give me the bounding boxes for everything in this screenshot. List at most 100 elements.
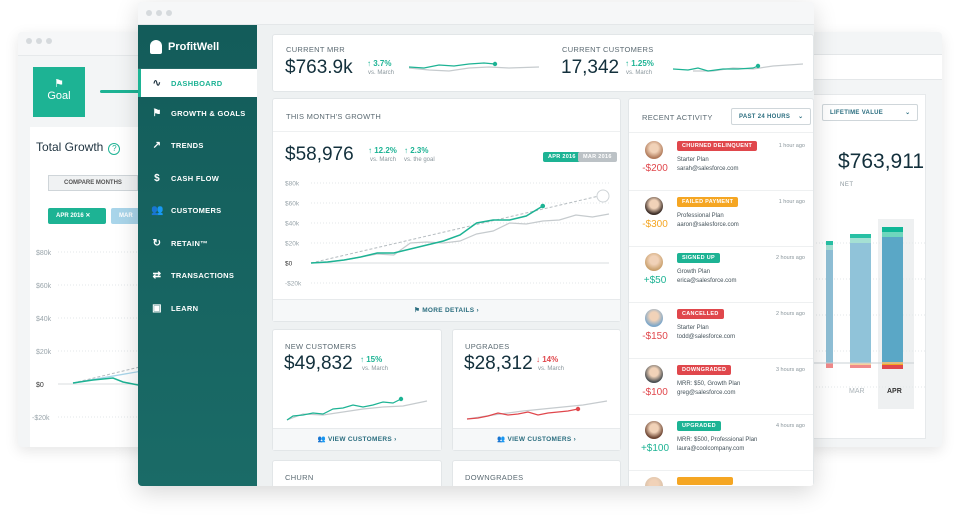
- churn-card: CHURN: [272, 460, 442, 486]
- mrr-vs: vs. March: [368, 70, 395, 76]
- legend-mar-2016[interactable]: MAR 2016: [578, 152, 617, 162]
- transfer-icon: ⇄: [152, 270, 162, 282]
- y-tick: $20k: [36, 349, 52, 356]
- time-filter-dropdown[interactable]: PAST 24 HOURS ⌄: [731, 108, 812, 125]
- dollar-icon: $: [154, 172, 160, 184]
- recent-activity-title: RECENT ACTIVITY: [642, 113, 713, 122]
- window-titlebar: [138, 2, 814, 25]
- nav-cash-flow[interactable]: $ CASH FLOW: [138, 162, 257, 195]
- brand-logo[interactable]: ProfitWell: [138, 25, 257, 69]
- activity-item[interactable]: -$100 DOWNGRADED 3 hours ago MRR: $50, Grow…: [629, 357, 813, 415]
- growth-label: THIS MONTH'S GROWTH: [286, 112, 382, 121]
- growth-delta-march: ↑ 12.2%: [368, 146, 397, 155]
- y-tick-label: $80k: [285, 181, 300, 188]
- activity-item[interactable]: +$50 SIGNED UP 2 hours ago Growth Plan erica…: [629, 245, 813, 303]
- more-details-link[interactable]: ⚑ MORE DETAILS ›: [273, 299, 620, 321]
- window-header: [810, 54, 942, 80]
- activity-item[interactable]: -$300 FAILED PAYMENT 1 hour ago Professiona…: [629, 189, 813, 247]
- activity-time: 2 hours ago: [775, 255, 805, 261]
- bar-apr: [882, 227, 903, 369]
- profitwell-logo-icon: [150, 39, 162, 54]
- churn-label: CHURN: [285, 473, 314, 482]
- new-customers-card: NEW CUSTOMERS $49,832 ↑ 15% vs. March 👥 …: [272, 329, 442, 451]
- users-icon: 👥: [151, 205, 164, 217]
- mrr-sparkline: [409, 61, 539, 72]
- total-growth-title: Total Growth?: [36, 140, 121, 155]
- activity-item[interactable]: -$150 CANCELLED 2 hours ago Starter Plan tod…: [629, 301, 813, 359]
- growth-vs-march: vs. March: [370, 157, 397, 163]
- background-window-growth: ⚑ Goal Total Growth? COMPARE MONTHS APR 2…: [18, 32, 148, 447]
- avatar: [645, 253, 663, 271]
- new-customers-vs: vs. March: [362, 366, 389, 372]
- avatar: [645, 197, 663, 215]
- x-tick-mar: MAR: [849, 388, 865, 395]
- top-stats-card: CURRENT MRR $763.9k ↑ 3.7% vs. March CUR…: [272, 34, 814, 92]
- growth-line-chart: $80k $60k $40k $20k $0 -$20k: [285, 181, 610, 288]
- new-customers-label: NEW CUSTOMERS: [285, 342, 357, 351]
- nav-trends[interactable]: ↗ TRENDS: [138, 130, 257, 163]
- compare-months-button[interactable]: COMPARE MONTHS: [48, 175, 138, 191]
- y-tick-label: $0: [285, 261, 293, 268]
- legend-apr-2016[interactable]: APR 2016: [543, 152, 581, 162]
- activity-status-badge: SIGNED UP: [677, 253, 720, 263]
- customers-label: CURRENT CUSTOMERS: [562, 45, 654, 54]
- bar-mar: [850, 234, 871, 368]
- trends-icon: ↗: [152, 140, 162, 152]
- activity-amount: -$300: [642, 219, 668, 230]
- help-icon[interactable]: ?: [108, 143, 121, 155]
- users-icon: 👥: [317, 436, 328, 443]
- activity-time: 4 hours ago: [775, 423, 805, 429]
- avatar: [645, 141, 663, 159]
- chip-apr-2016[interactable]: APR 2016 ✕: [48, 208, 106, 224]
- lifetime-value-dropdown[interactable]: LIFETIME VALUE ⌄: [822, 104, 919, 121]
- upgrades-sparkline: [466, 400, 608, 420]
- nav-transactions[interactable]: ⇄ TRANSACTIONS: [138, 260, 257, 293]
- brand-name: ProfitWell: [168, 40, 220, 53]
- upgrades-vs: vs. March: [538, 366, 565, 372]
- upgrades-label: UPGRADES: [465, 342, 510, 351]
- y-tick-label: -$20k: [285, 281, 302, 288]
- upgrades-delta: ↓ 14%: [536, 355, 559, 364]
- y-tick: -$20k: [32, 415, 50, 422]
- nav-growth-goals[interactable]: ⚑ GROWTH & GOALS: [138, 97, 257, 130]
- flag-icon: ⚑: [413, 307, 423, 314]
- view-customers-link[interactable]: 👥 VIEW CUSTOMERS ›: [453, 428, 620, 450]
- nav-dashboard[interactable]: ∿ DASHBOARD: [138, 69, 257, 97]
- activity-email: aaron@salesforce.com: [677, 222, 739, 228]
- activity-time: 1 hour ago: [778, 143, 805, 149]
- flag-icon: ⚑: [152, 107, 162, 119]
- chevron-down-icon: ⌄: [798, 114, 804, 120]
- activity-amount: -$200: [642, 163, 668, 174]
- ltv-net-label: NET: [840, 182, 854, 188]
- activity-email: greg@salesforce.com: [677, 390, 736, 396]
- activity-status-badge: CHURNED DELINQUENT: [677, 141, 758, 151]
- activity-plan: Professional Plan: [677, 213, 724, 219]
- view-customers-link[interactable]: 👥 VIEW CUSTOMERS ›: [273, 428, 441, 450]
- activity-email: laura@coolcompany.com: [677, 446, 745, 452]
- recent-activity-card: RECENT ACTIVITY PAST 24 HOURS ⌄ -$200 CHUR…: [628, 98, 814, 486]
- goal-label: Goal: [47, 90, 71, 102]
- customers-delta: ↑ 1.25%: [625, 59, 654, 68]
- activity-status-badge: FAILED PAYMENT: [677, 197, 739, 207]
- series-mar-2016: [310, 213, 610, 264]
- activity-item[interactable]: -$200 CHURNED DELINQUENT 1 hour ago Starter…: [629, 133, 813, 191]
- nav-retain[interactable]: ↻ RETAIN™: [138, 227, 257, 260]
- apr-current-point: [540, 203, 546, 209]
- activity-item[interactable]: +$100 UPGRADED 4 hours ago MRR: $500, Profe…: [629, 413, 813, 471]
- refresh-icon: ↻: [152, 237, 162, 249]
- y-tick-label: $40k: [285, 221, 300, 228]
- nav-customers[interactable]: 👥 CUSTOMERS: [138, 195, 257, 228]
- activity-item[interactable]: [629, 469, 813, 486]
- series-goal: [310, 195, 600, 264]
- activity-status-badge: [677, 477, 733, 485]
- avatar: [645, 309, 663, 327]
- goal-tile[interactable]: ⚑ Goal: [33, 67, 85, 117]
- nav-learn[interactable]: ▣ LEARN: [138, 292, 257, 325]
- y-tick: $40k: [36, 316, 52, 323]
- bar-feb: [826, 241, 833, 368]
- activity-plan: Growth Plan: [677, 269, 711, 275]
- sidebar: ProfitWell ∿ DASHBOARD ⚑ GROWTH & GOALS ↗ T…: [138, 25, 257, 486]
- upgrades-value: $28,312: [464, 353, 533, 374]
- pulse-icon: ∿: [152, 77, 162, 89]
- upgrades-card: UPGRADES $28,312 ↓ 14% vs. March 👥 VIEW …: [452, 329, 621, 451]
